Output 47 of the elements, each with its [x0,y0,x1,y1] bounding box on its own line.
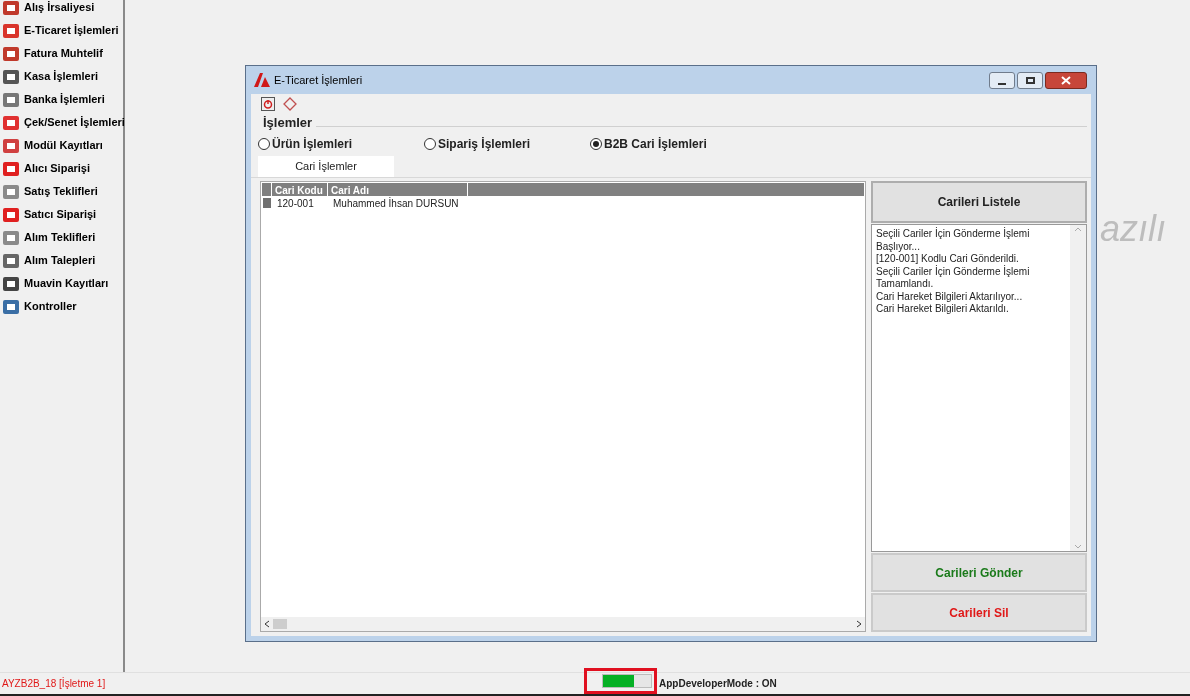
tab[interactable]: Cari İşlemler [258,156,394,177]
list-accounts-button[interactable]: Carileri Listele [871,181,1087,223]
delete-accounts-button[interactable]: Carileri Sil [871,593,1087,632]
column-header[interactable]: Cari Kodu [272,183,328,196]
send-accounts-button[interactable]: Carileri Gönder [871,553,1087,592]
close-icon [1061,75,1071,85]
group-label: İşlemler [263,114,314,133]
power-icon[interactable] [261,97,275,111]
log-line: [120-001] Kodlu Cari Gönderildi. [876,253,1020,265]
radio-button[interactable] [424,138,436,150]
sidebar-item[interactable]: Kontroller [24,298,77,315]
table-cell-text: Muhammed İhsan DURSUN [332,196,460,211]
column-header[interactable]: Cari Adı [328,183,468,196]
log-line: Seçili Cariler İçin Gönderme İşlemi Başlıyor... [876,228,1031,253]
company-status: AYZB2B_18 [İşletme 1] [1,676,107,691]
sidebar-item[interactable]: Çek/Senet İşlemleri [24,114,125,131]
sidebar-item[interactable]: Banka İşlemleri [24,91,105,108]
sidebar-item[interactable]: Satış Teklifleri [24,183,98,200]
scrollbar-thumb[interactable] [273,619,287,629]
sidebar-item[interactable]: Alım Talepleri [24,252,96,269]
sidebar-item[interactable]: Alış İrsaliyesi [24,0,95,16]
radio-label[interactable]: Sipariş İşlemleri [438,135,531,153]
radio-label[interactable]: B2B Cari İşlemleri [604,135,707,153]
sidebar-item[interactable]: Alıcı Siparişi [24,160,91,177]
window-title: E-Ticaret İşlemleri [274,72,363,88]
radio-label[interactable]: Ürün İşlemleri [272,135,353,153]
log-line: Seçili Cariler İçin Gönderme İşlemi Tamamlandı. [876,265,1031,291]
developer-mode-status: AppDeveloperMode : ON [659,677,777,691]
log-line: Cari Hareket Bilgileri Aktarılıyor... [876,290,1024,303]
radio-button[interactable] [590,138,602,150]
log-line: Cari Hareket Bilgileri Aktarıldı. [876,303,1010,316]
horizontal-scrollbar[interactable] [261,617,865,631]
table-cell-text: 120-001 [276,196,315,211]
app-logo-icon [254,73,270,87]
maximize-button[interactable] [1017,71,1043,89]
sidebar-item[interactable]: Muavin Kayıtları [24,275,109,292]
close-button[interactable] [1045,71,1087,89]
sidebar-item[interactable]: Modül Kayıtları [24,137,103,154]
minimize-button[interactable] [989,71,1015,89]
sidebar-item[interactable]: Alım Teklifleri [24,229,96,246]
sidebar-item[interactable]: Satıcı Siparişi [24,206,97,223]
sidebar-item[interactable]: Fatura Muhtelif [24,45,103,62]
diamond-icon[interactable] [283,97,297,111]
radio-button[interactable] [258,138,270,150]
sidebar-item[interactable]: Kasa İşlemleri [24,68,98,85]
log-textbox[interactable]: Seçili Cariler İçin Gönderme İşlemi Başlıyor... [120-001] Kodlu Cari Gönderildi. Seçili Cariler İçin Gönderme İşlemi Tamamlandı. Cari Hareket Bilgileri Aktarılıyor... Cari Hareket Bilgileri Aktarıldı. [871,224,1087,552]
sidebar-item[interactable]: E-Ticaret İşlemleri [24,22,119,39]
